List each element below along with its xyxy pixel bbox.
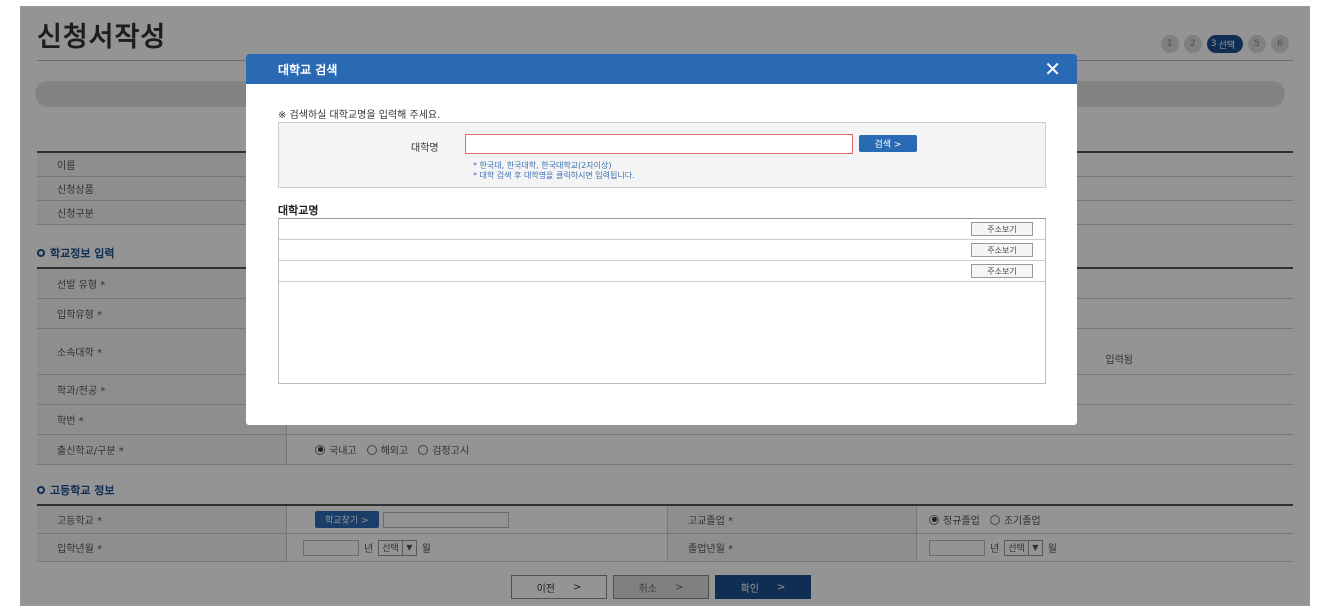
results-list: 주소보기 주소보기 주소보기	[278, 218, 1046, 384]
list-item[interactable]: 주소보기	[279, 261, 1045, 282]
view-address-button[interactable]: 주소보기	[971, 264, 1033, 278]
search-note: * 대학 검색 후 대학명을 클릭하시면 입력됩니다.	[473, 171, 635, 180]
modal-header: 대학교 검색 ✕	[246, 54, 1077, 84]
search-button[interactable]: 검색 >	[859, 135, 917, 152]
view-address-button[interactable]: 주소보기	[971, 243, 1033, 257]
university-search-modal: 대학교 검색 ✕ ※ 검색하실 대학교명을 입력해 주세요. 대학명 검색 > …	[246, 54, 1077, 425]
list-item[interactable]: 주소보기	[279, 219, 1045, 240]
application-page: 신청서작성 1 2 3 선택 5 6 이름 신청상품 신청구분 학교정보 입력 선…	[20, 6, 1310, 606]
close-icon[interactable]: ✕	[1044, 59, 1061, 79]
search-instruction: ※ 검색하실 대학교명을 입력해 주세요.	[278, 110, 441, 121]
search-panel: 대학명 검색 > * 한국대, 한국대학, 한국대학교(2자이상) * 대학 검…	[278, 122, 1046, 188]
list-item[interactable]: 주소보기	[279, 240, 1045, 261]
search-note: * 한국대, 한국대학, 한국대학교(2자이상)	[473, 161, 612, 170]
modal-title: 대학교 검색	[278, 62, 338, 77]
view-address-button[interactable]: 주소보기	[971, 222, 1033, 236]
university-search-input[interactable]	[465, 134, 853, 154]
results-title: 대학교명	[278, 204, 319, 217]
university-field-label: 대학명	[411, 143, 439, 154]
search-notes: * 한국대, 한국대학, 한국대학교(2자이상) * 대학 검색 후 대학명을 …	[473, 161, 635, 181]
